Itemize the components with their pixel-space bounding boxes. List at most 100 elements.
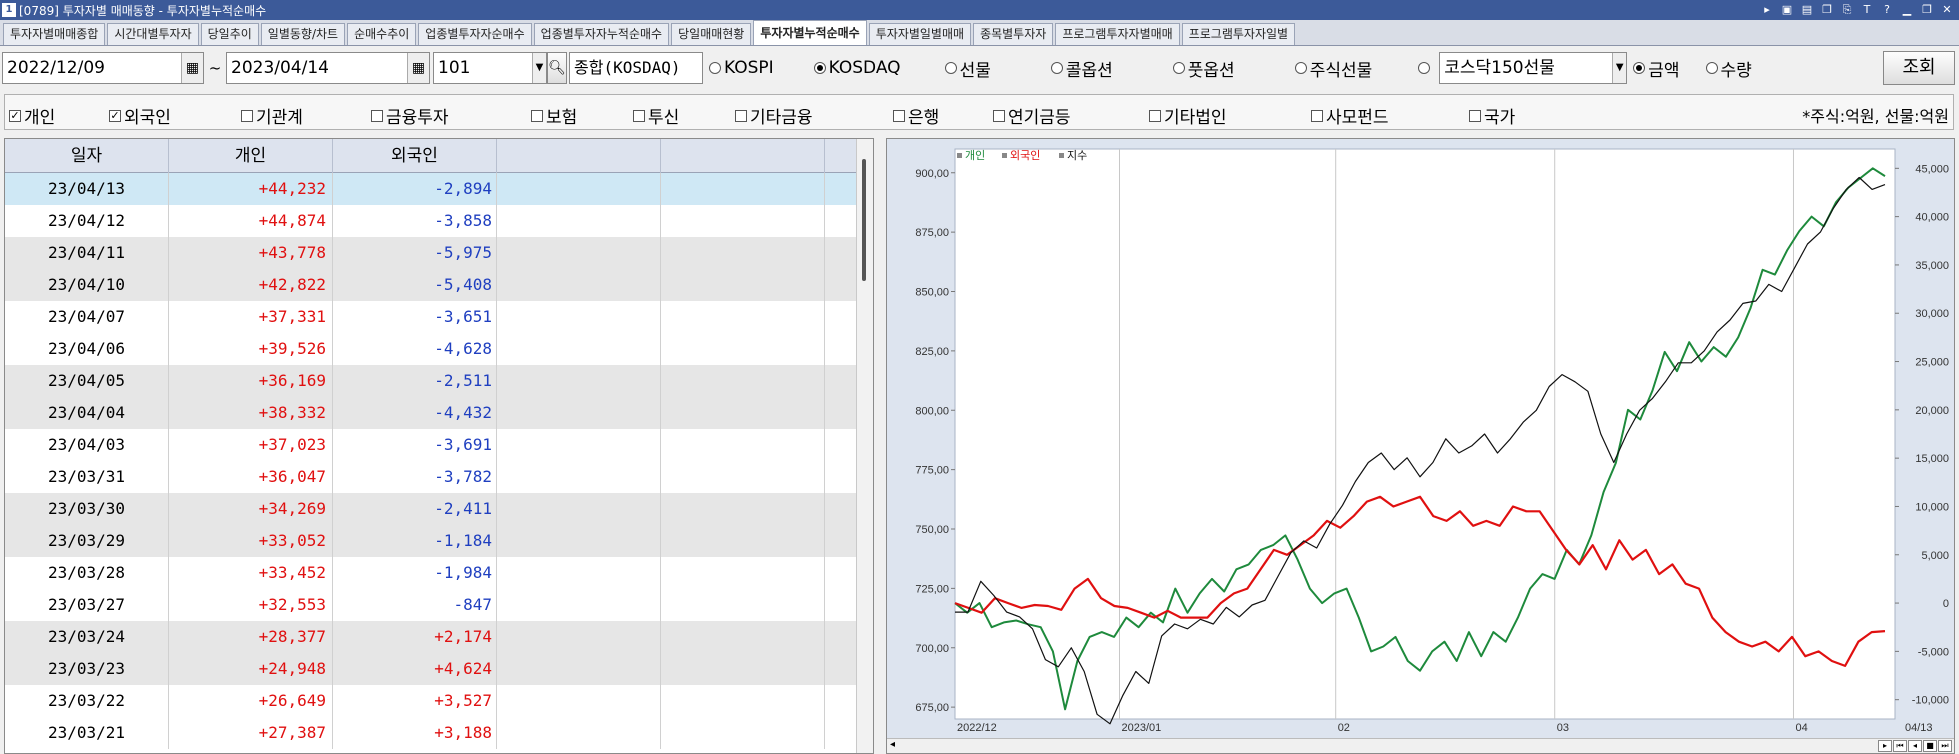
table-scrollbar[interactable] bbox=[856, 139, 873, 753]
right-axis-label: 35,000 bbox=[1915, 260, 1949, 272]
arrow-right-icon[interactable]: ▸ bbox=[1761, 3, 1773, 17]
tab-7[interactable]: 당일매매현황 bbox=[671, 23, 752, 45]
tab-0[interactable]: 투자자별매매종합 bbox=[3, 23, 106, 45]
column-header-4[interactable] bbox=[661, 139, 825, 173]
table-row[interactable]: 23/03/21 +27,387 +3,188 bbox=[5, 717, 858, 749]
calendar-icon[interactable]: ▦ bbox=[407, 53, 429, 83]
investor-check-11[interactable]: 국가 bbox=[1469, 103, 1515, 128]
table-row[interactable]: 23/04/07 +37,331 -3,651 bbox=[5, 301, 858, 333]
close-icon[interactable]: ✕ bbox=[1941, 3, 1953, 17]
right-axis-label: 40,000 bbox=[1915, 212, 1949, 224]
market-radio-4[interactable]: 풋옵션 bbox=[1172, 56, 1235, 81]
last-page-icon[interactable]: ⏭ bbox=[1938, 740, 1952, 752]
grid-icon[interactable]: ▤ bbox=[1801, 3, 1813, 17]
investor-check-2[interactable]: 기관계 bbox=[241, 103, 303, 128]
empty-cell bbox=[825, 397, 858, 429]
scroll-left-icon[interactable]: ◂ bbox=[890, 739, 895, 750]
column-header-1[interactable]: 개인 bbox=[169, 139, 333, 173]
tab-6[interactable]: 업종별투자자누적순매수 bbox=[533, 23, 670, 45]
table-row[interactable]: 23/04/04 +38,332 -4,432 bbox=[5, 397, 858, 429]
column-header-5[interactable] bbox=[825, 139, 858, 173]
market-radio-label: 선물 bbox=[959, 60, 991, 81]
market-radio-6[interactable] bbox=[1418, 62, 1433, 74]
column-header-3[interactable] bbox=[497, 139, 661, 173]
table-row[interactable]: 23/03/27 +32,553 -847 bbox=[5, 589, 858, 621]
unit-note: *주식:억원, 선물:억원 bbox=[1802, 107, 1949, 126]
tab-12[interactable]: 프로그램투자자일별 bbox=[1181, 23, 1296, 45]
first-page-icon[interactable]: ⏮ bbox=[1893, 740, 1907, 752]
table-row[interactable]: 23/04/13 +44,232 -2,894 bbox=[5, 173, 858, 205]
amount-radio-1[interactable]: 수량 bbox=[1705, 56, 1752, 81]
tab-3[interactable]: 일별동향/차트 bbox=[260, 23, 346, 45]
text-icon[interactable]: T bbox=[1861, 3, 1873, 17]
code-select[interactable]: 101 ▼ bbox=[433, 52, 547, 84]
minimize-icon[interactable]: ▁ bbox=[1901, 3, 1913, 17]
search-icon[interactable]: 🔍︎ bbox=[547, 52, 567, 84]
empty-cell bbox=[497, 365, 661, 397]
individual-cell: +34,269 bbox=[169, 493, 333, 525]
tab-2[interactable]: 당일추이 bbox=[200, 23, 259, 45]
scroll-thumb[interactable] bbox=[862, 159, 866, 281]
investor-check-7[interactable]: 은행 bbox=[893, 103, 939, 128]
table-row[interactable]: 23/03/29 +33,052 -1,184 bbox=[5, 525, 858, 557]
investor-check-6[interactable]: 기타금융 bbox=[735, 103, 813, 128]
table-row[interactable]: 23/03/24 +28,377 +2,174 bbox=[5, 621, 858, 653]
investor-check-0[interactable]: ✓ 개인 bbox=[9, 103, 55, 128]
investor-check-1[interactable]: ✓ 외국인 bbox=[109, 103, 171, 128]
tab-4[interactable]: 순매수추이 bbox=[347, 23, 417, 45]
restore-icon[interactable]: ❐ bbox=[1921, 3, 1933, 17]
copy-icon[interactable]: ❐ bbox=[1821, 3, 1833, 17]
market-radio-3[interactable]: 콜옵션 bbox=[1050, 56, 1113, 81]
stop-icon[interactable]: ■ bbox=[1923, 740, 1937, 752]
tab-11[interactable]: 프로그램투자자별매매 bbox=[1055, 23, 1180, 45]
amount-radio-0[interactable]: 금액 bbox=[1633, 56, 1680, 81]
empty-cell bbox=[497, 621, 661, 653]
table-row[interactable]: 23/04/03 +37,023 -3,691 bbox=[5, 429, 858, 461]
individual-cell: +39,526 bbox=[169, 333, 333, 365]
tab-8[interactable]: 투자자별누적순매수 bbox=[753, 20, 867, 45]
table-row[interactable]: 23/03/28 +33,452 -1,984 bbox=[5, 557, 858, 589]
help-icon[interactable]: ? bbox=[1881, 3, 1893, 17]
chevron-down-icon[interactable]: ▼ bbox=[532, 53, 546, 83]
table-row[interactable]: 23/03/23 +24,948 +4,624 bbox=[5, 653, 858, 685]
investor-check-5[interactable]: 투신 bbox=[633, 103, 679, 128]
chart-scrollbar[interactable]: ◂ ▸ ⏮ ◂ ■ ⏭ bbox=[887, 738, 1954, 753]
calendar-icon[interactable]: ▦ bbox=[181, 53, 203, 83]
table-row[interactable]: 23/04/06 +39,526 -4,628 bbox=[5, 333, 858, 365]
futures-select[interactable]: 코스닥150선물 ▼ bbox=[1439, 52, 1628, 84]
tab-1[interactable]: 시간대별투자자 bbox=[107, 23, 199, 45]
individual-cell: +42,822 bbox=[169, 269, 333, 301]
investor-check-label: 기타법인 bbox=[1164, 108, 1227, 128]
table-row[interactable]: 23/03/30 +34,269 -2,411 bbox=[5, 493, 858, 525]
investor-check-10[interactable]: 사모펀드 bbox=[1311, 103, 1389, 128]
investor-check-3[interactable]: 금융투자 bbox=[371, 103, 449, 128]
table-row[interactable]: 23/04/05 +36,169 -2,511 bbox=[5, 365, 858, 397]
end-date-input[interactable]: 2023/04/14 ▦ bbox=[226, 52, 430, 84]
market-radio-0[interactable]: KOSPI bbox=[709, 58, 774, 78]
table-row[interactable]: 23/04/11 +43,778 -5,975 bbox=[5, 237, 858, 269]
link-icon[interactable]: ⎘ bbox=[1841, 3, 1853, 17]
checkbox-icon bbox=[1149, 109, 1161, 122]
table-row[interactable]: 23/03/31 +36,047 -3,782 bbox=[5, 461, 858, 493]
investor-check-4[interactable]: 보험 bbox=[531, 103, 577, 128]
prev-page-icon[interactable]: ◂ bbox=[1908, 740, 1922, 752]
foreign-cell: -1,184 bbox=[333, 525, 497, 557]
table-row[interactable]: 23/03/22 +26,649 +3,527 bbox=[5, 685, 858, 717]
start-date-input[interactable]: 2022/12/09 ▦ bbox=[2, 52, 204, 84]
chevron-down-icon[interactable]: ▼ bbox=[1612, 53, 1627, 83]
market-radio-5[interactable]: 주식선물 bbox=[1294, 56, 1372, 81]
search-button[interactable]: 조회 bbox=[1883, 51, 1955, 85]
market-radio-1[interactable]: KOSDAQ bbox=[813, 58, 901, 78]
investor-check-8[interactable]: 연기금등 bbox=[993, 103, 1071, 128]
tab-9[interactable]: 투자자별일별매매 bbox=[868, 23, 972, 45]
tab-10[interactable]: 종목별투자자 bbox=[973, 23, 1054, 45]
investor-check-9[interactable]: 기타법인 bbox=[1149, 103, 1227, 128]
market-radio-2[interactable]: 선물 bbox=[944, 56, 991, 81]
tab-5[interactable]: 업종별투자자순매수 bbox=[418, 23, 532, 45]
table-row[interactable]: 23/04/10 +42,822 -5,408 bbox=[5, 269, 858, 301]
table-row[interactable]: 23/04/12 +44,874 -3,858 bbox=[5, 205, 858, 237]
screen-icon[interactable]: ▣ bbox=[1781, 3, 1793, 17]
column-header-2[interactable]: 외국인 bbox=[333, 139, 497, 173]
column-header-0[interactable]: 일자 bbox=[5, 139, 169, 173]
scroll-right-icon[interactable]: ▸ bbox=[1878, 740, 1892, 752]
